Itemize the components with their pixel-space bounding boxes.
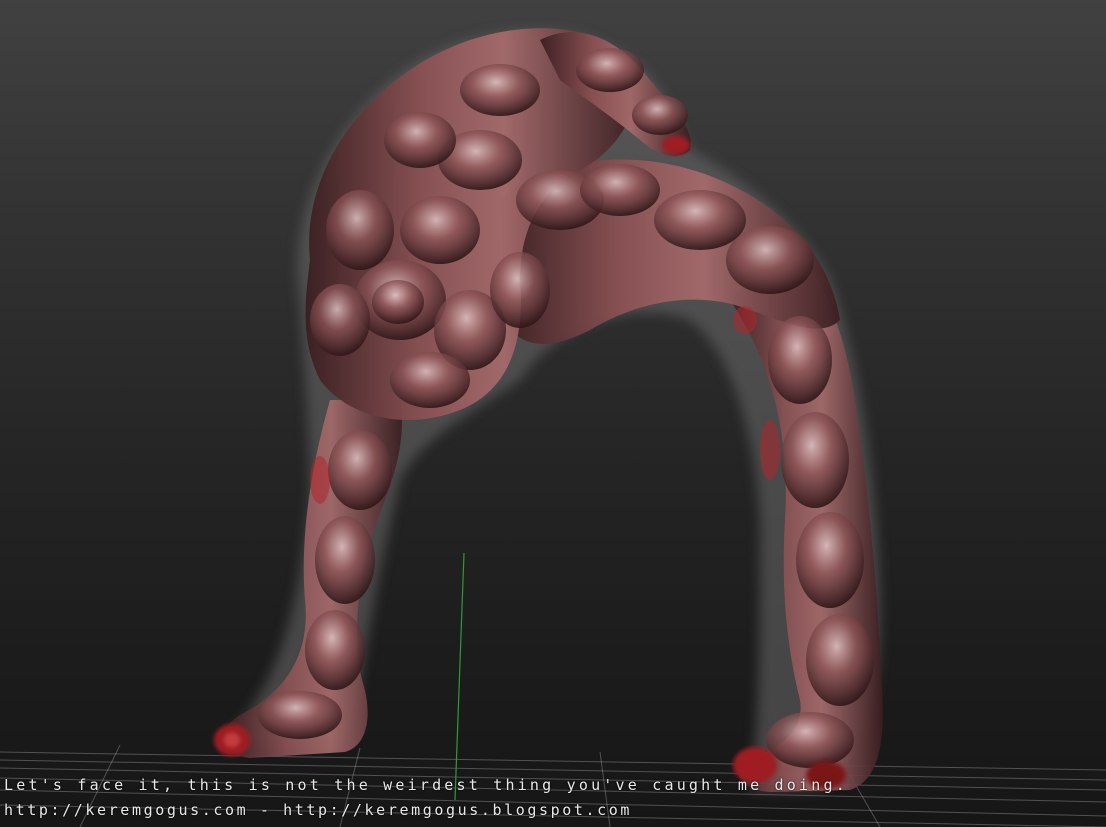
creature-render bbox=[0, 28, 1106, 827]
caption-line-1: Let's face it, this is not the weirdest … bbox=[4, 776, 848, 794]
caption-line-2: http://keremgogus.com - http://keremgogu… bbox=[4, 801, 633, 819]
3d-viewport[interactable]: Let's face it, this is not the weirdest … bbox=[0, 0, 1106, 827]
y-axis-line bbox=[454, 552, 465, 801]
